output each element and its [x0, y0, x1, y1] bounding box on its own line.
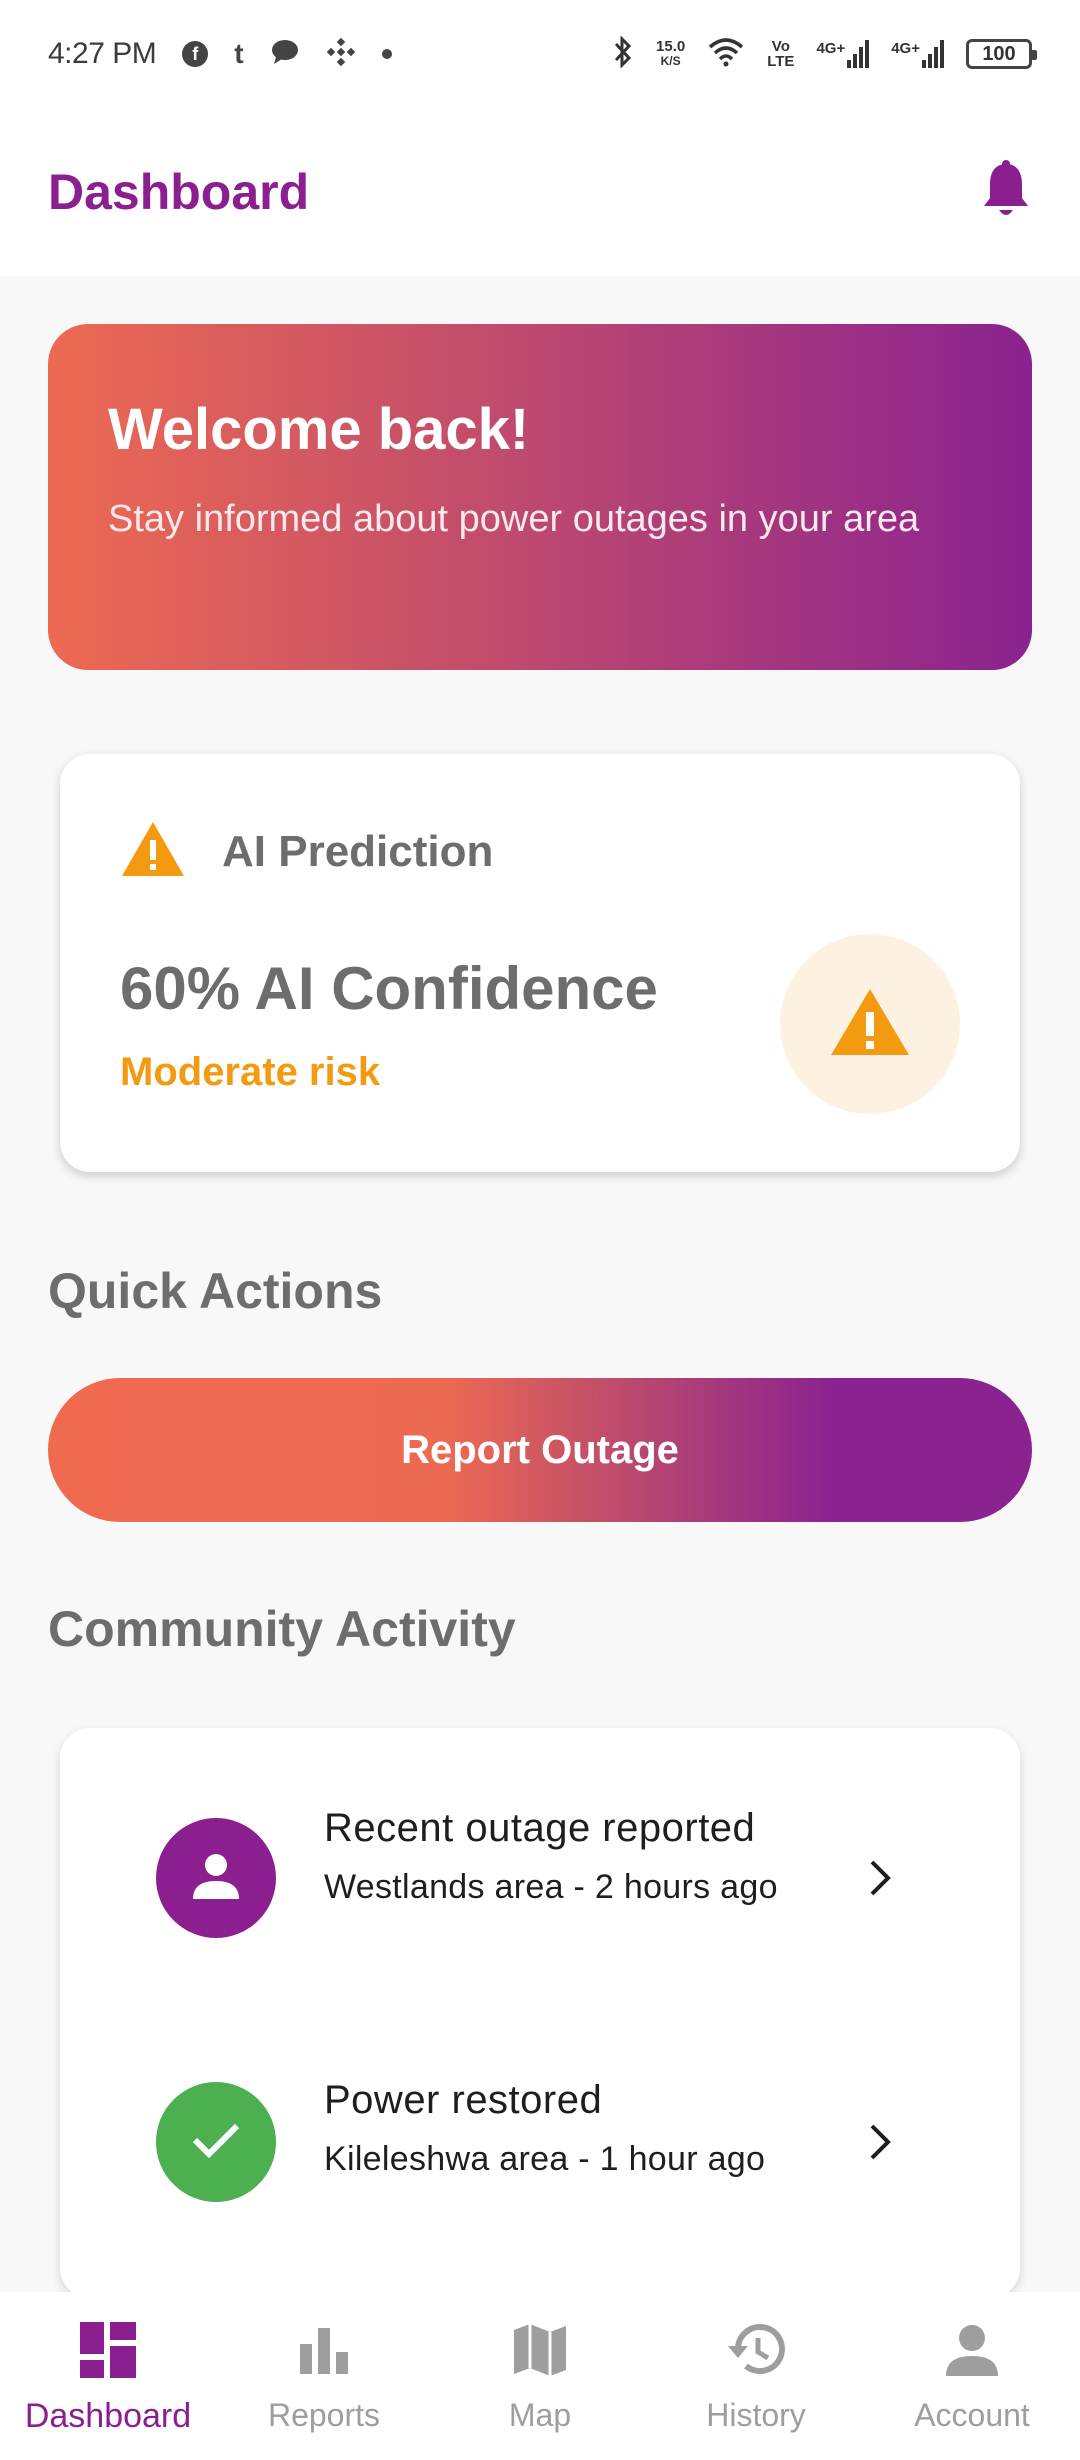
account-icon [944, 2322, 1000, 2383]
report-outage-button[interactable]: Report Outage [48, 1378, 1032, 1522]
check-icon [189, 2118, 243, 2167]
signal-2-icon: 4G+ [891, 40, 944, 68]
facebook-icon: f [182, 41, 209, 67]
battery-icon: 100 [966, 39, 1037, 69]
welcome-subtitle: Stay informed about power outages in you… [108, 498, 920, 540]
nav-dashboard[interactable]: Dashboard [0, 2292, 216, 2460]
tumblr-icon: t [234, 38, 244, 69]
nav-reports[interactable]: Reports [216, 2292, 432, 2460]
list-item[interactable]: Recent outage reported Westlands area - … [60, 1728, 1020, 2018]
person-avatar [156, 1818, 276, 1938]
quick-actions-title: Quick Actions [48, 1263, 383, 1319]
bluetooth-icon [612, 34, 634, 73]
activity-text: Power restored Kileleshwa area - 1 hour … [324, 2078, 864, 2185]
status-bar-right: 15.0 K/S Vo LTE 4G+ 4G+ 100 [612, 34, 1037, 73]
community-activity-card: Recent outage reported Westlands area - … [60, 1728, 1020, 2298]
binance-icon [326, 37, 356, 72]
signal-1-icon: 4G+ [816, 40, 870, 68]
risk-level: Moderate risk [120, 1050, 381, 1094]
network-type-2: 4G+ [891, 40, 920, 57]
activity-text: Recent outage reported Westlands area - … [324, 1806, 864, 1913]
ai-prediction-header: AI Prediction [120, 820, 493, 883]
volte-top: Vo [771, 38, 790, 55]
map-icon [512, 2322, 568, 2383]
nav-map[interactable]: Map [432, 2292, 648, 2460]
nav-label: Account [914, 2397, 1030, 2433]
warning-icon [120, 820, 186, 883]
ai-prediction-label: AI Prediction [222, 826, 494, 876]
network-speed: 15.0 K/S [656, 39, 685, 69]
warning-large-icon [829, 986, 911, 1063]
network-type-1: 4G+ [816, 40, 846, 57]
nav-label: Map [508, 2397, 572, 2433]
activity-title: Recent outage reported [324, 1806, 756, 1850]
page-title: Dashboard [48, 164, 310, 220]
bottom-navigation: Dashboard Reports Map History Account [0, 2292, 1080, 2460]
ai-confidence-value: 60% AI Confidence [120, 955, 658, 1022]
activity-title: Power restored [324, 2078, 603, 2122]
status-bar-left: 4:27 PM f t [48, 37, 392, 72]
bar-chart-icon [296, 2322, 352, 2383]
status-time: 4:27 PM [48, 37, 157, 70]
nav-label: Reports [267, 2397, 381, 2433]
check-avatar [156, 2082, 276, 2202]
battery-level: 100 [982, 42, 1016, 65]
nav-history[interactable]: History [648, 2292, 864, 2460]
list-item[interactable]: Power restored Kileleshwa area - 1 hour … [60, 2018, 1020, 2298]
activity-subtitle: Westlands area - 2 hours ago [324, 1868, 778, 1906]
welcome-banner: Welcome back! Stay informed about power … [48, 324, 1032, 670]
chat-bubble-icon [270, 39, 300, 70]
chevron-right-icon [860, 2122, 900, 2162]
nav-account[interactable]: Account [864, 2292, 1080, 2460]
network-speed-value: 15.0 [656, 38, 686, 55]
community-activity-title: Community Activity [48, 1601, 516, 1657]
wifi-icon [707, 37, 745, 72]
volte-bottom: LTE [767, 53, 795, 70]
volte-indicator: Vo LTE [767, 39, 794, 69]
nav-label: History [706, 2397, 806, 2433]
risk-indicator [780, 934, 960, 1114]
welcome-title: Welcome back! [108, 397, 530, 462]
status-bar: 4:27 PM f t 15.0 K/S Vo LTE 4G+ 4G+ 100 [0, 0, 1080, 108]
nav-label: Dashboard [24, 2397, 192, 2435]
app-bar: Dashboard [0, 108, 1080, 276]
dashboard-icon [80, 2322, 136, 2383]
person-icon [189, 1849, 243, 1908]
history-icon [726, 2322, 786, 2383]
network-speed-unit: K/S [660, 54, 681, 68]
ai-prediction-card[interactable]: AI Prediction 60% AI Confidence Moderate… [60, 754, 1020, 1172]
activity-subtitle: Kileleshwa area - 1 hour ago [324, 2140, 766, 2178]
notification-dot-icon [381, 49, 392, 59]
notification-bell-icon[interactable] [980, 159, 1032, 225]
chevron-right-icon [860, 1858, 900, 1898]
